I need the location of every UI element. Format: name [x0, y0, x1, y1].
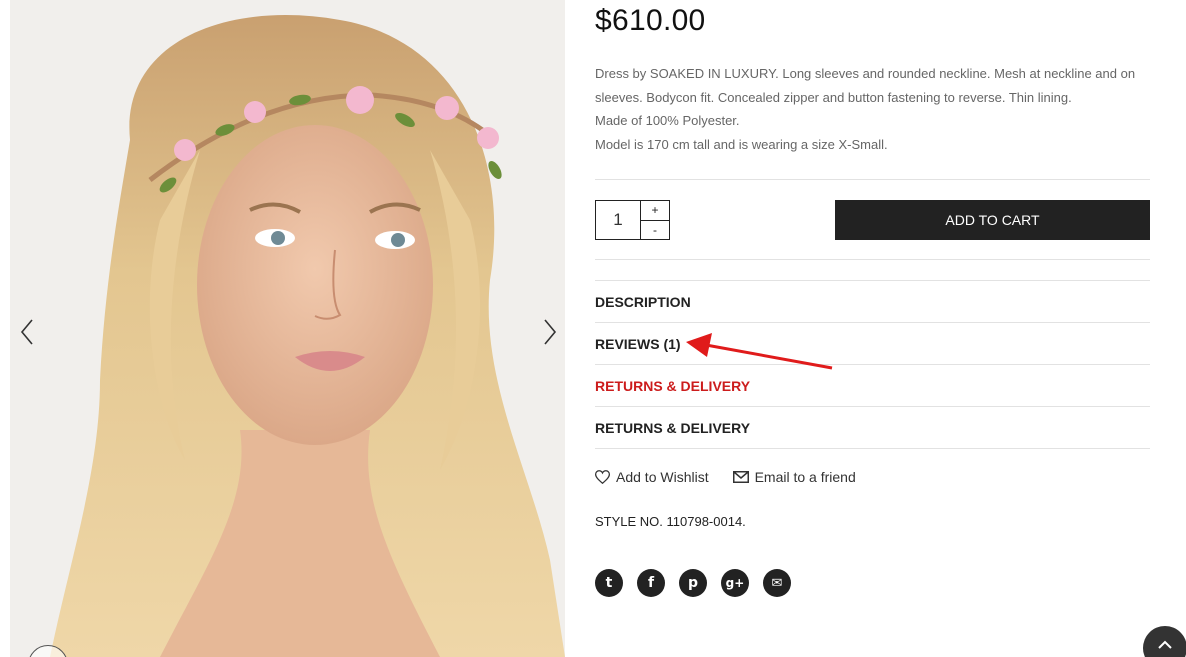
facebook-icon[interactable]: f	[637, 569, 665, 597]
twitter-icon[interactable]: t	[595, 569, 623, 597]
description-line: Made of 100% Polyester.	[595, 113, 740, 128]
email-friend-link[interactable]: Email to a friend	[732, 469, 856, 485]
email-share-icon[interactable]: ✉	[763, 569, 791, 597]
style-number: STYLE NO. 110798-0014.	[595, 514, 746, 529]
envelope-icon	[732, 471, 749, 483]
product-actions: Add to Wishlist Email to a friend	[595, 469, 880, 485]
email-friend-label: Email to a friend	[754, 469, 856, 485]
quantity-minus-button[interactable]: -	[641, 221, 669, 240]
wishlist-label: Add to Wishlist	[616, 469, 709, 485]
divider	[595, 448, 1150, 449]
tab-returns-delivery-2[interactable]: RETURNS & DELIVERY	[595, 407, 1150, 449]
scroll-to-top-button[interactable]	[1143, 626, 1186, 657]
product-price: $610.00	[595, 4, 706, 37]
gallery-next-button[interactable]	[535, 315, 565, 349]
product-description: Dress by SOAKED IN LUXURY. Long sleeves …	[595, 62, 1150, 156]
divider	[595, 259, 1150, 260]
description-line: Model is 170 cm tall and is wearing a si…	[595, 136, 888, 152]
tab-returns-delivery[interactable]: RETURNS & DELIVERY	[595, 365, 1150, 407]
tab-reviews[interactable]: REVIEWS (1)	[595, 323, 1150, 365]
product-gallery	[10, 0, 565, 657]
description-line: Dress by SOAKED IN LUXURY. Long sleeves …	[595, 66, 1136, 105]
divider	[595, 179, 1150, 180]
chevron-left-icon	[20, 319, 33, 345]
quantity-plus-button[interactable]: +	[641, 201, 669, 221]
chevron-up-icon	[1158, 640, 1172, 649]
quantity-stepper: 1 + -	[595, 200, 670, 240]
google-plus-icon[interactable]: g+	[721, 569, 749, 597]
heart-icon	[595, 470, 610, 484]
social-share: t f p g+ ✉	[595, 569, 805, 597]
add-to-cart-button[interactable]: ADD TO CART	[835, 200, 1150, 240]
gallery-prev-button[interactable]	[12, 315, 42, 349]
chevron-right-icon	[544, 319, 557, 345]
product-photo	[10, 0, 565, 657]
add-to-wishlist-link[interactable]: Add to Wishlist	[595, 469, 709, 485]
tab-description[interactable]: DESCRIPTION	[595, 281, 1150, 323]
quantity-step-buttons: + -	[641, 201, 669, 239]
quantity-input[interactable]: 1	[596, 201, 641, 239]
pinterest-icon[interactable]: p	[679, 569, 707, 597]
